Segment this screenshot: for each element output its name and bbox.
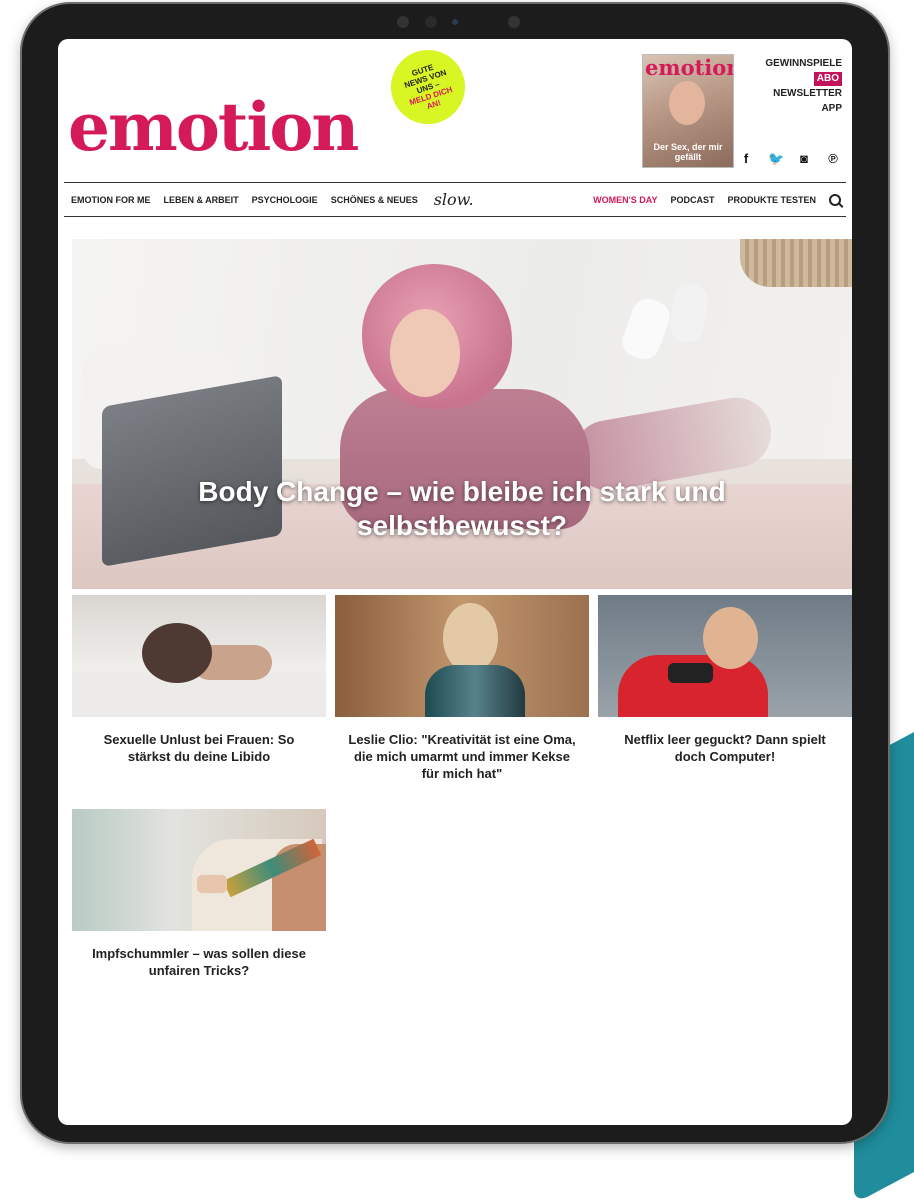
tablet-frame: emotion GUTE NEWS VON UNS – MELD DICH AN… [22,4,888,1142]
article-card[interactable]: Sexuelle Unlust bei Frauen: So stärkst d… [72,595,326,765]
twitter-icon[interactable]: 🐦 [768,151,784,167]
cover-logo: emotion [645,55,734,80]
search-icon[interactable] [829,193,841,206]
article-image[interactable] [335,595,589,717]
social-links: f 🐦 ◙ ℗ [739,151,840,167]
magazine-cover[interactable]: emotion Der Sex, der mir gefällt [642,54,734,168]
article-title[interactable]: Impfschummler – was sollen diese unfaire… [72,945,326,979]
article-image[interactable] [72,809,326,931]
article-card[interactable]: Leslie Clio: "Kreativität ist eine Oma, … [335,595,589,782]
nav-item-produkte-testen[interactable]: PRODUKTE TESTEN [727,195,816,205]
sensor-dot [508,16,520,28]
nav-item-womens-day[interactable]: WOMEN'S DAY [593,195,657,205]
facebook-icon[interactable]: f [739,151,753,167]
hero-image-lamp [740,239,852,287]
image-shape [668,663,713,683]
link-gewinnspiele[interactable]: GEWINNSPIELE [765,57,842,71]
article-card[interactable]: Impfschummler – was sollen diese unfaire… [72,809,326,979]
article-title[interactable]: Netflix leer geguckt? Dann spielt doch C… [598,731,852,765]
article-image[interactable] [598,595,852,717]
article-card[interactable]: Netflix leer geguckt? Dann spielt doch C… [598,595,852,765]
link-newsletter[interactable]: NEWSLETTER [765,87,842,101]
sensor-dot [452,19,458,25]
newsletter-sticker[interactable]: GUTE NEWS VON UNS – MELD DICH AN! [381,40,475,134]
abo-button[interactable]: ABO [813,72,842,86]
cover-headline: Der Sex, der mir gefällt [653,142,723,162]
link-app[interactable]: APP [765,102,842,116]
browser-viewport[interactable]: emotion GUTE NEWS VON UNS – MELD DICH AN… [58,39,852,1125]
article-image[interactable] [72,595,326,717]
nav-item-podcast[interactable]: PODCAST [670,195,714,205]
main-navigation: EMOTION FOR ME LEBEN & ARBEIT PSYCHOLOGI… [64,182,846,217]
instagram-icon[interactable]: ◙ [797,151,811,167]
sensor-dot [397,16,409,28]
nav-item-slow[interactable]: slow. [434,190,474,209]
site-logo[interactable]: emotion [68,94,359,160]
image-shape [72,675,326,717]
top-links: GEWINNSPIELE ABO NEWSLETTER APP [765,57,842,117]
hero-article[interactable]: Body Change – wie bleibe ich stark und s… [72,239,852,589]
article-title[interactable]: Leslie Clio: "Kreativität ist eine Oma, … [335,731,589,782]
image-shape [425,665,525,717]
image-shape [142,623,212,683]
nav-item-psychologie[interactable]: PSYCHOLOGIE [252,195,318,205]
hero-title[interactable]: Body Change – wie bleibe ich stark und s… [72,475,852,543]
hero-image-face [390,309,460,397]
nav-item-leben-arbeit[interactable]: LEBEN & ARBEIT [164,195,239,205]
nav-item-schoenes-neues[interactable]: SCHÖNES & NEUES [331,195,418,205]
camera-icon [425,16,437,28]
cover-model [669,81,705,125]
image-shape [197,875,227,893]
image-shape [703,607,758,669]
image-shape [443,603,498,673]
nav-item-emotion-for-me[interactable]: EMOTION FOR ME [71,195,151,205]
article-title[interactable]: Sexuelle Unlust bei Frauen: So stärkst d… [72,731,326,765]
pinterest-icon[interactable]: ℗ [826,151,840,167]
